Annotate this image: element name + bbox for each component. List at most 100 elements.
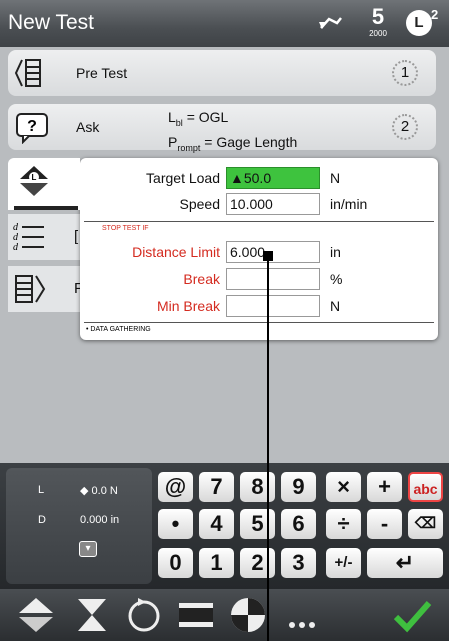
key-minus[interactable]: - bbox=[367, 509, 402, 539]
divider bbox=[84, 221, 434, 222]
break-input[interactable] bbox=[226, 268, 320, 290]
step-label: Pre Test bbox=[76, 65, 128, 81]
arrow-up-down-icon: ◆ bbox=[80, 485, 92, 497]
station-subtext: 2000 bbox=[369, 29, 387, 38]
data-gathering-section[interactable]: • DATA GATHERING bbox=[86, 326, 151, 333]
key-decimal[interactable]: • bbox=[158, 509, 193, 539]
bottom-toolbar bbox=[0, 589, 449, 641]
pointer-line bbox=[267, 255, 269, 641]
page-title: New Test bbox=[8, 11, 94, 34]
target-load-label: Target Load bbox=[146, 170, 220, 186]
break-label: Break bbox=[183, 271, 220, 287]
step-report-stub[interactable]: F bbox=[8, 266, 83, 312]
load-readout: ◆ 0.0 N bbox=[80, 484, 118, 497]
distance-limit-label: Distance Limit bbox=[132, 244, 220, 260]
load-value: 0.0 N bbox=[91, 485, 118, 497]
min-break-row: Min Break N bbox=[100, 295, 400, 318]
formula-line1-sub: bl bbox=[175, 117, 183, 128]
speed-label: Speed bbox=[179, 196, 220, 212]
key-abc[interactable]: abc bbox=[408, 472, 443, 502]
arrow-up-icon: ▲ bbox=[230, 170, 244, 186]
min-break-unit: N bbox=[330, 298, 341, 314]
key-5[interactable]: 5 bbox=[240, 509, 275, 539]
break-row: Break % bbox=[100, 268, 400, 291]
key-plus-minus[interactable]: +/- bbox=[326, 548, 361, 578]
stop-test-section-label: STOP TEST IF bbox=[102, 225, 149, 232]
quadrant-icon[interactable] bbox=[228, 595, 268, 635]
distance-limit-row: Distance Limit 6.000 in bbox=[100, 241, 400, 264]
key-1[interactable]: 1 bbox=[199, 548, 234, 578]
hourglass-icon[interactable] bbox=[72, 595, 112, 635]
tension-arrows-icon: L bbox=[16, 164, 52, 198]
load-cell-badge-count: 2 bbox=[431, 7, 439, 22]
pre-test-icon bbox=[14, 56, 50, 90]
up-down-arrows-icon[interactable] bbox=[16, 595, 56, 635]
data-gathering-label: DATA GATHERING bbox=[90, 326, 151, 333]
load-key: L bbox=[38, 484, 45, 496]
key-8[interactable]: 8 bbox=[240, 472, 275, 502]
disp-value: 0.000 in bbox=[80, 514, 120, 526]
title-bar: New Test 5 2000 L 2 bbox=[0, 0, 449, 47]
speed-input[interactable]: 10.000 bbox=[226, 193, 320, 215]
key-6[interactable]: 6 bbox=[281, 509, 316, 539]
formula-line2-main: P bbox=[168, 133, 178, 150]
key-multiply[interactable]: × bbox=[326, 472, 361, 502]
list-icon: ddd bbox=[12, 220, 48, 254]
report-icon bbox=[12, 272, 48, 306]
divider bbox=[84, 322, 434, 323]
stub-label: [ bbox=[74, 228, 79, 245]
speed-unit: in/min bbox=[330, 196, 368, 212]
formula-line1-main: L bbox=[168, 109, 176, 125]
formula-line2-sub: rompt bbox=[177, 142, 201, 153]
test-settings-panel: Target Load ▲50.0 N Speed 10.000 in/min … bbox=[80, 158, 438, 340]
formula-line1-rest: = OGL bbox=[182, 109, 229, 125]
load-cell-badge[interactable]: L bbox=[406, 10, 432, 36]
target-load-unit: N bbox=[330, 170, 341, 186]
step-number: 1 bbox=[392, 60, 418, 86]
cursor bbox=[263, 251, 273, 261]
key-at[interactable]: @ bbox=[158, 472, 193, 502]
key-3[interactable]: 3 bbox=[281, 548, 316, 578]
checkmark-icon[interactable] bbox=[392, 595, 432, 635]
question-icon: ? bbox=[14, 110, 50, 145]
key-divide[interactable]: ÷ bbox=[326, 509, 361, 539]
key-enter[interactable]: ↵ bbox=[367, 548, 443, 578]
station-indicator[interactable]: 5 2000 bbox=[364, 6, 392, 42]
key-0[interactable]: 0 bbox=[158, 548, 193, 578]
step-ask[interactable]: ? Ask Lbl = OGL Prompt = Gage Length 2 bbox=[8, 104, 436, 153]
key-backspace[interactable]: ⌫ bbox=[408, 509, 443, 539]
key-plus[interactable]: + bbox=[367, 472, 402, 502]
target-load-row: Target Load ▲50.0 N bbox=[100, 167, 400, 190]
ask-formula: Lbl = OGL Prompt = Gage Length bbox=[168, 108, 297, 158]
distance-limit-unit: in bbox=[330, 244, 341, 260]
step-test-tab[interactable]: L bbox=[8, 158, 80, 210]
break-unit: % bbox=[330, 271, 343, 287]
svg-text:?: ? bbox=[27, 118, 37, 135]
target-load-input[interactable]: ▲50.0 bbox=[226, 167, 320, 189]
formula-line2-rest: = Gage Length bbox=[200, 133, 298, 150]
step-number: 2 bbox=[392, 114, 418, 140]
svg-text:d: d bbox=[13, 242, 19, 253]
min-break-label: Min Break bbox=[156, 298, 220, 314]
cycle-icon[interactable] bbox=[124, 595, 164, 635]
active-tab-indicator bbox=[14, 206, 78, 210]
undo-icon[interactable] bbox=[317, 14, 343, 34]
live-readout: L ◆ 0.0 N D 0.000 in ▾ bbox=[6, 468, 152, 584]
speed-row: Speed 10.000 in/min bbox=[100, 193, 400, 216]
step-pre-test[interactable]: Pre Test 1 bbox=[8, 50, 436, 96]
min-break-input[interactable] bbox=[226, 295, 320, 317]
more-icon[interactable] bbox=[282, 595, 322, 635]
key-4[interactable]: 4 bbox=[199, 509, 234, 539]
block-icon[interactable] bbox=[176, 595, 216, 635]
key-9[interactable]: 9 bbox=[281, 472, 316, 502]
zero-icon[interactable]: ▾ bbox=[79, 541, 97, 557]
svg-text:L: L bbox=[32, 173, 37, 182]
distance-limit-input[interactable]: 6.000 bbox=[226, 241, 320, 263]
station-number: 5 bbox=[371, 4, 385, 29]
key-2[interactable]: 2 bbox=[240, 548, 275, 578]
target-load-value: 50.0 bbox=[243, 170, 272, 186]
step-label: Ask bbox=[76, 119, 100, 135]
disp-key: D bbox=[38, 514, 46, 526]
key-7[interactable]: 7 bbox=[199, 472, 234, 502]
step-data-stub[interactable]: ddd [ bbox=[8, 214, 80, 260]
